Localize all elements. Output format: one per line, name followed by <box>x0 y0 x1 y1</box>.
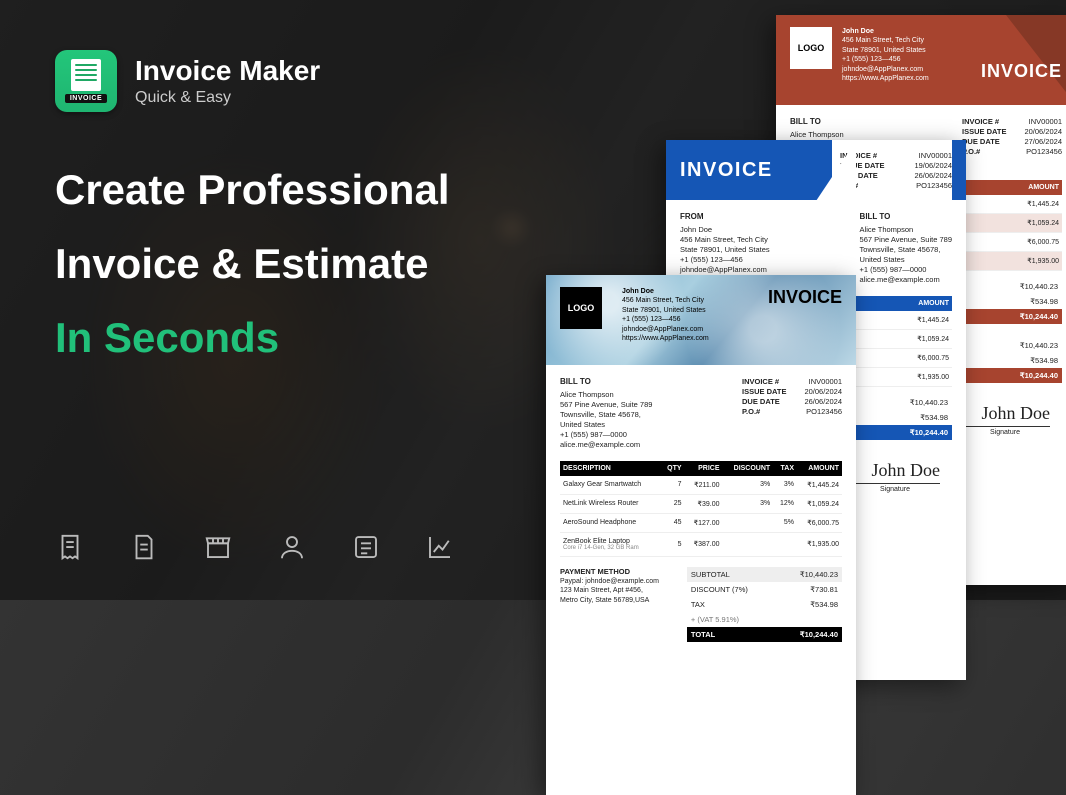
feature-icon-row <box>55 532 455 562</box>
receipt-icon <box>55 532 85 562</box>
brand-block: INVOICE Invoice Maker Quick & Easy <box>55 50 1066 112</box>
app-icon: INVOICE <box>55 50 117 112</box>
billto-label: BILL TO <box>560 377 652 388</box>
report-icon <box>425 532 455 562</box>
headline-line3: In Seconds <box>55 315 1066 361</box>
payment-method-label: PAYMENT METHOD <box>560 567 677 577</box>
line-items-table: DESCRIPTION QTYPRICE DISCOUNTTAXAMOUNT G… <box>560 461 842 557</box>
app-subtitle: Quick & Easy <box>135 89 320 107</box>
headline-line1: Create Professional <box>55 167 1066 213</box>
store-icon <box>203 532 233 562</box>
document-icon <box>71 59 101 91</box>
headline-line2: Invoice & Estimate <box>55 241 1066 287</box>
items-icon <box>351 532 381 562</box>
client-icon <box>277 532 307 562</box>
estimate-icon <box>129 532 159 562</box>
app-title: Invoice Maker <box>135 55 320 87</box>
app-icon-label: INVOICE <box>65 94 107 103</box>
totals-block: SUBTOTAL₹10,440.23 DISCOUNT (7%)₹730.81 … <box>687 567 842 642</box>
